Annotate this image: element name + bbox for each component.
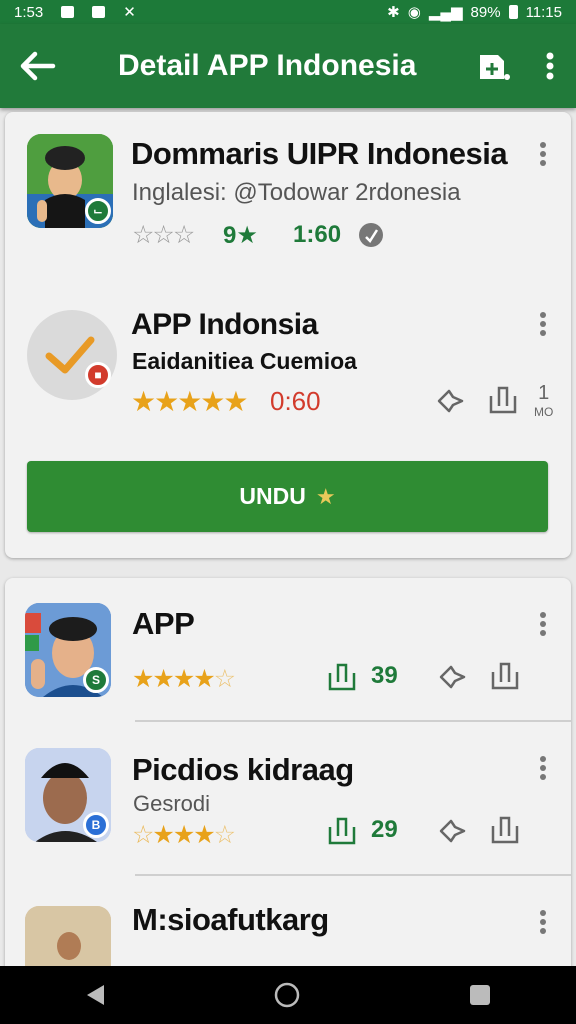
list-item[interactable]: S APP ★★★★☆ 39 <box>5 578 571 722</box>
star-icon: ★ <box>315 483 336 509</box>
battery-text: 89% <box>470 3 501 21</box>
share-icon[interactable] <box>487 384 519 416</box>
more-options-button[interactable] <box>537 312 549 336</box>
rating-stars: ★★★★★ <box>131 386 249 417</box>
app-list-card: S APP ★★★★☆ 39 B Picdios kidraag Gesrodi <box>5 578 571 978</box>
add-file-button[interactable] <box>466 24 524 108</box>
camera-notification-icon <box>92 6 106 18</box>
status-time-left: 1:53 <box>14 3 44 21</box>
install-stat: 0:60 <box>270 386 321 416</box>
back-button[interactable] <box>0 24 76 108</box>
battery-icon <box>508 5 518 19</box>
more-options-button[interactable] <box>537 756 549 780</box>
share-icon[interactable] <box>327 662 357 692</box>
app-name: APP Indonsia <box>131 308 318 341</box>
arrow-back-icon <box>20 51 56 81</box>
muted-icon: ✕ <box>123 4 136 21</box>
app-subtitle: Inglalesi: @Todowar 2rdonesia <box>132 179 461 206</box>
pin-icon[interactable] <box>435 387 465 415</box>
app-badge: ■ <box>85 362 111 388</box>
notification-icon <box>61 6 75 18</box>
more-options-button[interactable] <box>537 910 549 934</box>
info-icon <box>359 223 383 247</box>
app-name: APP <box>132 606 195 641</box>
install-stat: 1:60 <box>293 221 342 248</box>
app-name: Dommaris UIPR Indonesia <box>131 136 508 171</box>
app-badge: B <box>83 812 109 838</box>
download-icon[interactable] <box>489 660 521 692</box>
list-item[interactable]: B Picdios kidraag Gesrodi ☆★★★☆ 29 <box>5 724 571 874</box>
signal-icon: ▂▄▆ <box>428 4 463 21</box>
more-options-button[interactable] <box>537 142 549 166</box>
recents-nav-icon[interactable] <box>468 983 492 1007</box>
app-badge: ⌙ <box>85 198 111 224</box>
share-count: 39 <box>371 662 398 689</box>
pin-icon[interactable] <box>437 817 467 845</box>
featured-app-row[interactable]: ⌙ Dommaris UIPR Indonesia Inglalesi: @To… <box>5 112 571 282</box>
navigation-bar <box>0 966 576 1024</box>
overflow-menu-button[interactable] <box>524 24 576 108</box>
back-nav-icon[interactable] <box>84 983 106 1007</box>
app-subtitle: Eaidanitiea Cuemioa <box>132 348 357 374</box>
more-vertical-icon <box>546 52 554 80</box>
download-button-label: UNDU <box>239 483 306 509</box>
status-bar: 1:53 ✕ ✱ ◉ ▂▄▆ 89% 11:15 <box>0 0 576 24</box>
home-nav-icon[interactable] <box>273 981 301 1009</box>
app-bar: Detail APP Indonesia <box>0 24 576 108</box>
add-file-icon <box>480 55 510 80</box>
rating-stars: ☆☆☆ <box>132 221 195 249</box>
more-options-button[interactable] <box>537 612 549 636</box>
share-icon[interactable] <box>327 816 357 846</box>
list-item[interactable]: M:sioafutkarg <box>5 878 571 978</box>
app-subtitle: Gesrodi <box>133 791 211 816</box>
status-time-right: 11:15 <box>525 3 562 21</box>
divider <box>135 720 571 722</box>
rating-stars: ★★★★☆ <box>132 665 236 693</box>
featured-card: ⌙ Dommaris UIPR Indonesia Inglalesi: @To… <box>5 112 571 558</box>
app-icon: ⌙ <box>27 134 113 228</box>
wifi-icon: ◉ <box>407 4 421 21</box>
app-icon: S <box>25 603 111 697</box>
pin-icon[interactable] <box>437 663 467 691</box>
app-badge: S <box>83 667 109 693</box>
page-title: Detail APP Indonesia <box>118 49 417 82</box>
share-count: 29 <box>371 816 398 843</box>
bluetooth-icon: ✱ <box>387 4 400 21</box>
app-name: M:sioafutkarg <box>132 902 329 937</box>
rating-stars: ☆★★★☆ <box>132 821 236 849</box>
rating-value: 9★ <box>223 222 258 249</box>
divider <box>135 874 571 876</box>
download-button[interactable]: UNDU ★ <box>27 461 548 532</box>
side-counter: 1 MO <box>534 382 554 419</box>
app-icon: B <box>25 748 111 842</box>
featured-app-row[interactable]: ■ APP Indonsia Eaidanitiea Cuemioa ★★★★★… <box>5 292 571 452</box>
download-icon[interactable] <box>489 814 521 846</box>
app-name: Picdios kidraag <box>132 752 354 787</box>
